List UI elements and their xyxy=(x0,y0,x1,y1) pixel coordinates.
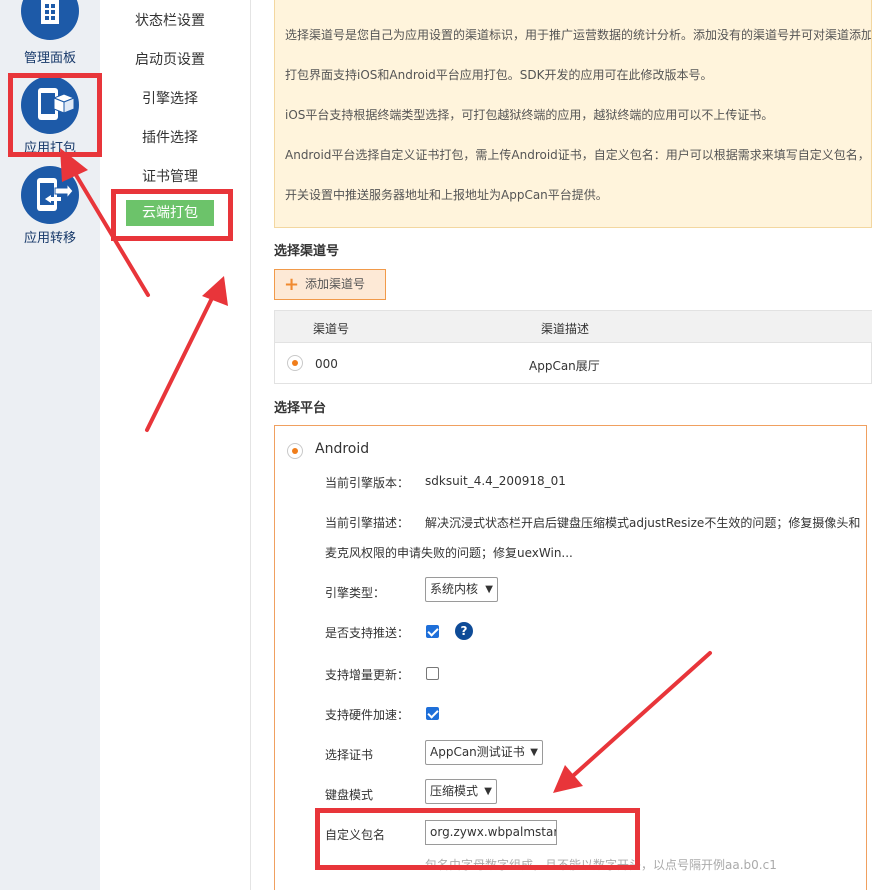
arrow-to-cloud-package xyxy=(145,290,217,432)
app-root: 管理面板 应用打包 应用转移 状态栏设置 启动页设置 引擎选择 插件选择 证书管… xyxy=(0,0,872,890)
arrow-to-package-name xyxy=(563,651,712,785)
annotation-arrows xyxy=(60,148,712,793)
arrow-to-app-package xyxy=(68,163,150,297)
arrowhead-icon xyxy=(202,276,228,306)
arrowhead-icon xyxy=(60,148,88,182)
